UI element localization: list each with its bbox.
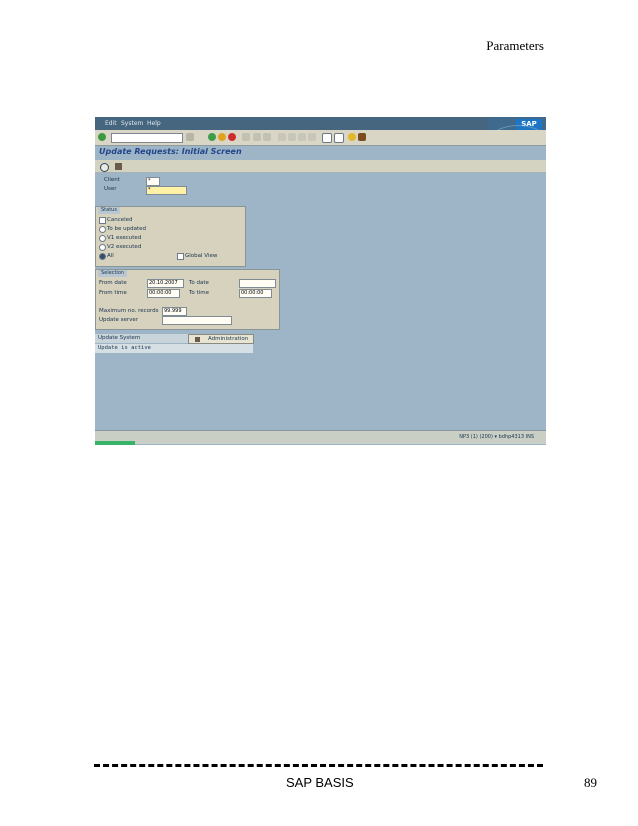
- help-icon[interactable]: [348, 133, 356, 141]
- sap-menu-bar: Edit System Help: [95, 117, 546, 130]
- menu-edit[interactable]: Edit: [105, 120, 117, 127]
- page-header-section: Parameters: [486, 38, 544, 53]
- update-status-row: Update is active: [95, 344, 253, 353]
- canceled-checkbox[interactable]: [99, 217, 106, 224]
- from-date-label: From date: [99, 280, 127, 286]
- execute-icon[interactable]: [100, 163, 109, 172]
- save-icon[interactable]: [186, 133, 194, 141]
- standard-toolbar: [95, 130, 546, 146]
- footer-divider: [94, 764, 543, 767]
- first-page-icon[interactable]: [278, 133, 286, 141]
- application-toolbar: [95, 160, 546, 173]
- update-status-message: Update is active: [98, 345, 151, 351]
- user-input[interactable]: *: [146, 186, 187, 195]
- to-date-label: To date: [189, 280, 209, 286]
- status-bar: NP3 (1) (200) ▾ bdhp4313 INS: [95, 430, 546, 444]
- all-label: All: [107, 253, 114, 259]
- v1-executed-radio[interactable]: [99, 235, 106, 242]
- status-group-title: Status: [98, 207, 120, 214]
- menu-system[interactable]: System: [121, 120, 143, 127]
- status-group: Status Canceled To be updated V1 execute…: [95, 206, 246, 267]
- print-icon[interactable]: [242, 133, 250, 141]
- back-icon[interactable]: [208, 133, 216, 141]
- from-time-label: From time: [99, 290, 127, 296]
- status-stripe: [95, 441, 135, 445]
- sap-screenshot: Edit System Help SAP Update Requests: In…: [95, 117, 546, 445]
- selection-group-title: Selection: [98, 270, 128, 277]
- prev-page-icon[interactable]: [288, 133, 296, 141]
- update-server-input[interactable]: [162, 316, 232, 325]
- to-date-input[interactable]: [239, 279, 276, 288]
- administration-label: Administration: [208, 336, 249, 342]
- administration-button[interactable]: Administration: [188, 334, 254, 344]
- find-next-icon[interactable]: [263, 133, 271, 141]
- shortcut-icon[interactable]: [334, 133, 344, 143]
- enter-icon[interactable]: [98, 133, 106, 141]
- v2-executed-label: V2 executed: [107, 244, 142, 250]
- from-time-input[interactable]: 00:00:00: [147, 289, 180, 298]
- client-label: Client: [104, 177, 120, 183]
- cancel-icon[interactable]: [228, 133, 236, 141]
- find-icon[interactable]: [253, 133, 261, 141]
- max-records-input[interactable]: 99.999: [162, 307, 187, 316]
- to-time-label: To time: [189, 290, 209, 296]
- canceled-label: Canceled: [107, 217, 133, 223]
- update-system-row: Update System Administration: [95, 334, 254, 344]
- admin-icon[interactable]: [115, 163, 122, 170]
- user-label: User: [104, 186, 117, 192]
- all-radio[interactable]: [99, 253, 106, 260]
- global-view-checkbox[interactable]: [177, 253, 184, 260]
- exit-icon[interactable]: [218, 133, 226, 141]
- global-view-label: Global View: [185, 253, 218, 259]
- v2-executed-radio[interactable]: [99, 244, 106, 251]
- new-session-icon[interactable]: [322, 133, 332, 143]
- to-time-input[interactable]: 00:00:00: [239, 289, 272, 298]
- to-be-updated-label: To be updated: [107, 226, 147, 232]
- v1-executed-label: V1 executed: [107, 235, 142, 241]
- title-bar: Update Requests: Initial Screen: [95, 146, 546, 158]
- footer-title: SAP BASIS: [286, 775, 354, 790]
- to-be-updated-radio[interactable]: [99, 226, 106, 233]
- screen-title: Update Requests: Initial Screen: [99, 147, 242, 156]
- last-page-icon[interactable]: [308, 133, 316, 141]
- update-system-label: Update System: [98, 335, 141, 341]
- update-server-label: Update server: [99, 317, 139, 323]
- menu-help[interactable]: Help: [147, 120, 161, 127]
- command-field[interactable]: [111, 133, 183, 143]
- from-date-input[interactable]: 20.10.2007: [147, 279, 184, 288]
- admin-button-icon: [195, 337, 200, 342]
- system-info: NP3 (1) (200) ▾ bdhp4313 INS: [459, 434, 534, 440]
- next-page-icon[interactable]: [298, 133, 306, 141]
- client-input[interactable]: *: [146, 177, 160, 186]
- layout-icon[interactable]: [358, 133, 366, 141]
- max-records-label: Maximum no. records: [99, 308, 159, 314]
- page-number: 89: [584, 775, 597, 790]
- selection-group: Selection From date 20.10.2007 To date F…: [95, 269, 280, 330]
